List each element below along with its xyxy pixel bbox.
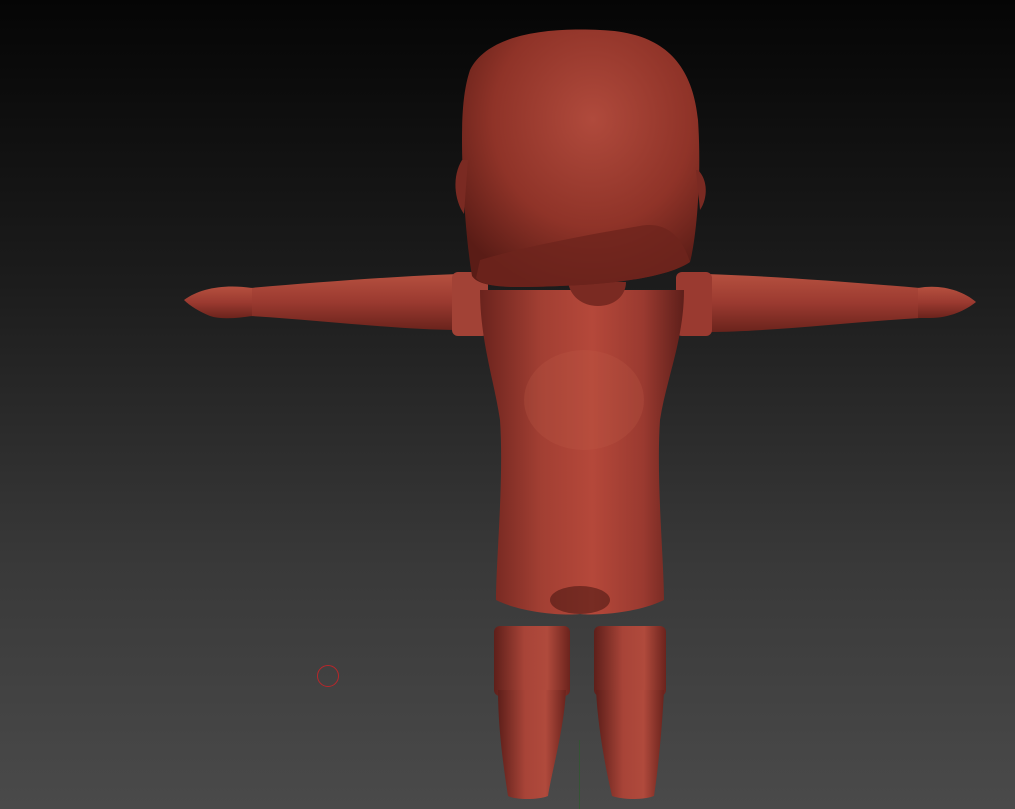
seat-shadow [550, 586, 610, 614]
torso[interactable] [480, 290, 684, 615]
brush-cursor-icon [317, 665, 339, 687]
right-arm[interactable] [706, 274, 976, 332]
left-arm[interactable] [184, 274, 458, 330]
back-highlight [524, 350, 644, 450]
character-model[interactable] [0, 0, 1015, 809]
sculpt-canvas[interactable] [0, 0, 1015, 809]
left-leg[interactable] [494, 626, 570, 799]
floor-axis-line [579, 740, 580, 809]
right-leg[interactable] [594, 626, 666, 799]
